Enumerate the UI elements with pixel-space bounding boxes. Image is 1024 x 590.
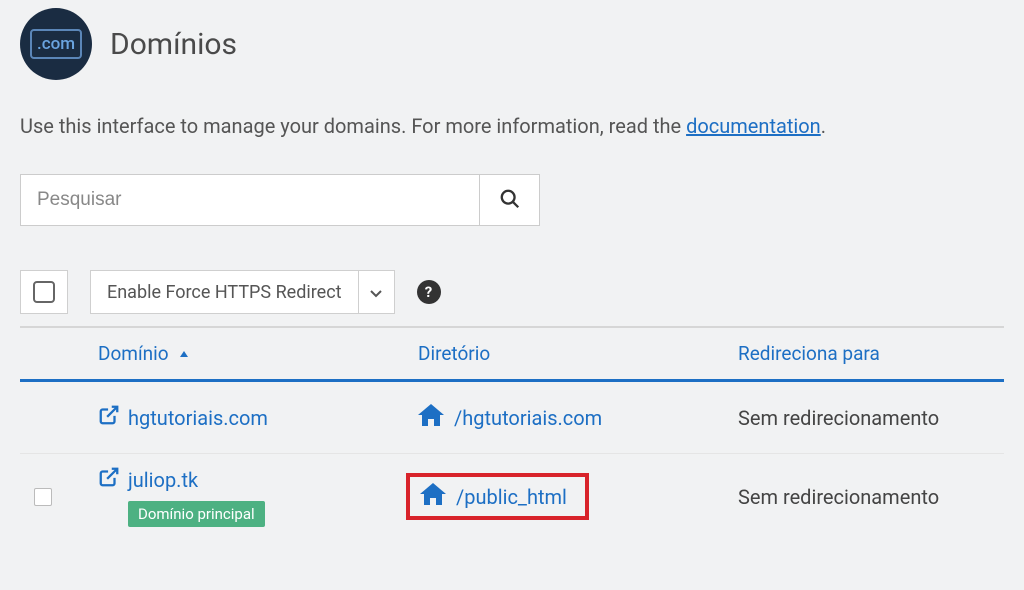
external-link-icon — [98, 466, 120, 493]
force-https-button[interactable]: Enable Force HTTPS Redirect — [90, 270, 359, 314]
search-row — [20, 174, 1004, 226]
highlight-box: /public_html — [406, 473, 589, 520]
directory-text: /hgtutoriais.com — [454, 406, 602, 430]
column-domain[interactable]: Domínio — [98, 342, 418, 365]
force-https-dropdown[interactable] — [359, 270, 395, 314]
table-header: Domínio Diretório Redireciona para — [20, 326, 1004, 382]
domain-cell: juliop.tk Domínio principal — [98, 466, 418, 527]
column-directory[interactable]: Diretório — [418, 342, 738, 365]
row-checkbox-cell — [20, 488, 98, 506]
intro-text: Use this interface to manage your domain… — [20, 114, 1004, 138]
help-button[interactable]: ? — [417, 280, 441, 304]
search-icon — [499, 188, 521, 213]
domain-text: hgtutoriais.com — [128, 406, 268, 430]
search-input[interactable] — [20, 174, 480, 226]
domain-link[interactable]: juliop.tk — [98, 466, 198, 493]
search-button[interactable] — [480, 174, 540, 226]
intro-text-after: . — [821, 114, 826, 138]
column-redirect[interactable]: Redireciona para — [738, 342, 1004, 365]
domain-link[interactable]: hgtutoriais.com — [98, 404, 268, 431]
caret-down-icon — [370, 283, 382, 302]
table-row: hgtutoriais.com /hgtutoriais.com Sem red… — [20, 382, 1004, 454]
directory-link[interactable]: /hgtutoriais.com — [418, 404, 738, 431]
redirect-cell: Sem redirecionamento — [738, 406, 1004, 430]
primary-domain-badge: Domínio principal — [128, 501, 265, 527]
row-checkbox[interactable] — [34, 488, 52, 506]
redirect-cell: Sem redirecionamento — [738, 485, 1004, 509]
home-icon — [420, 483, 446, 510]
external-link-icon — [98, 404, 120, 431]
directory-cell: /public_html — [418, 473, 738, 520]
select-all-checkbox[interactable] — [20, 270, 68, 314]
directory-cell: /hgtutoriais.com — [418, 404, 738, 431]
sort-asc-icon — [173, 342, 191, 365]
table-row: juliop.tk Domínio principal /public_html… — [20, 454, 1004, 539]
page-header: .com Domínios — [20, 8, 1004, 80]
question-icon: ? — [425, 283, 432, 301]
documentation-link[interactable]: documentation — [686, 114, 821, 138]
directory-text: /public_html — [456, 485, 567, 509]
intro-text-before: Use this interface to manage your domain… — [20, 114, 686, 138]
force-https-button-group: Enable Force HTTPS Redirect — [90, 270, 395, 314]
toolbar: Enable Force HTTPS Redirect ? — [20, 270, 1004, 314]
domains-table: Domínio Diretório Redireciona para hgtut… — [20, 326, 1004, 539]
home-icon — [418, 404, 444, 431]
domain-text: juliop.tk — [128, 468, 198, 492]
page-title: Domínios — [110, 27, 237, 62]
directory-link[interactable]: /public_html — [420, 483, 567, 510]
domain-cell: hgtutoriais.com — [98, 404, 418, 431]
domains-icon: .com — [20, 8, 92, 80]
